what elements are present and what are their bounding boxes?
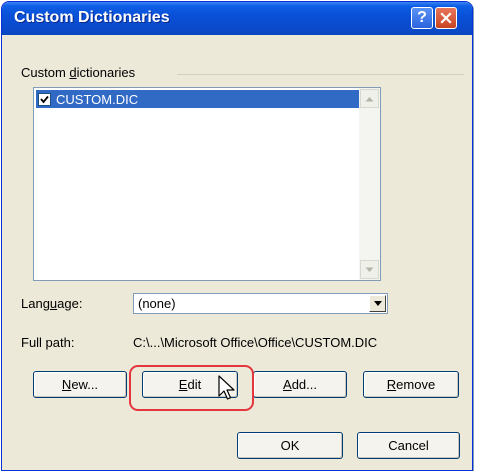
scroll-down-button[interactable] — [360, 260, 379, 279]
arrow-down-icon — [365, 267, 374, 272]
list-item-custom-dic[interactable]: CUSTOM.DIC — [36, 90, 360, 108]
dictionaries-list[interactable]: CUSTOM.DIC — [33, 87, 381, 281]
vertical-scrollbar[interactable] — [359, 88, 380, 280]
title-bar[interactable]: Custom Dictionaries ? — [2, 2, 472, 35]
help-icon: ? — [417, 9, 427, 26]
custom-dictionaries-dialog: Custom Dictionaries ? Custom dictionarie… — [1, 1, 473, 471]
close-icon — [440, 12, 452, 24]
scroll-up-button[interactable] — [360, 89, 379, 108]
custom-dictionaries-group-label: Custom dictionaries — [21, 65, 140, 80]
remove-button[interactable]: Remove — [363, 371, 459, 398]
group-divider — [177, 74, 464, 75]
language-select[interactable]: (none) — [133, 293, 388, 314]
window-title: Custom Dictionaries — [14, 9, 170, 26]
dictionary-checkbox[interactable] — [38, 92, 51, 106]
dropdown-button[interactable] — [369, 295, 386, 312]
chevron-down-icon — [373, 301, 382, 306]
cancel-button[interactable]: Cancel — [357, 432, 460, 459]
language-value: (none) — [138, 296, 176, 311]
dictionary-name: CUSTOM.DIC — [56, 91, 139, 107]
language-label: Language: — [21, 296, 83, 311]
new-button[interactable]: New... — [33, 371, 127, 398]
mouse-pointer-icon — [218, 375, 235, 400]
add-button[interactable]: Add... — [253, 371, 347, 398]
full-path-value: C:\...\Microsoft Office\Office\CUSTOM.DI… — [133, 335, 378, 350]
full-path-label: Full path: — [21, 335, 75, 350]
ok-button[interactable]: OK — [237, 432, 343, 459]
arrow-up-icon — [365, 96, 374, 101]
close-button[interactable] — [435, 7, 457, 29]
checkmark-icon — [40, 95, 49, 103]
help-button[interactable]: ? — [411, 7, 433, 29]
